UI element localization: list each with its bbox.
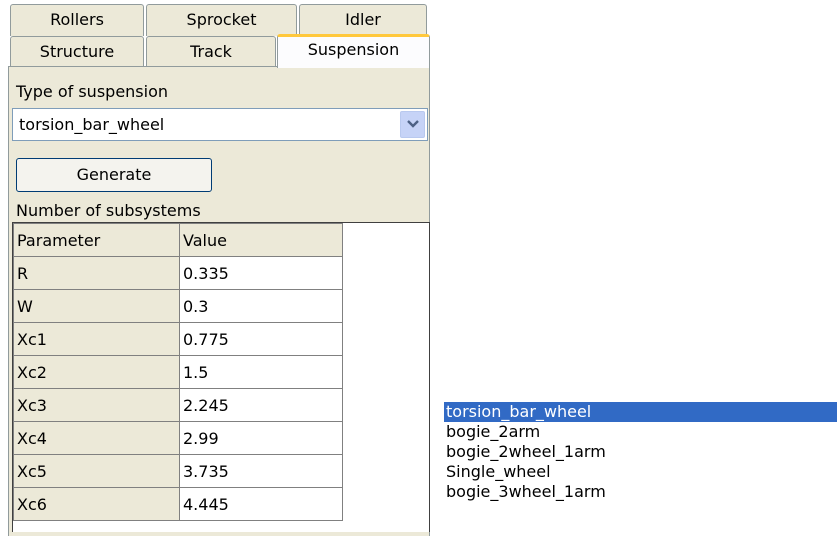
value-column-header[interactable]: Value (179, 223, 343, 257)
suspension-type-dropdown-list[interactable]: torsion_bar_wheel bogie_2arm bogie_2whee… (444, 402, 837, 502)
value-cell[interactable]: 0.3 (179, 289, 343, 323)
value-cell[interactable]: 2.99 (179, 421, 343, 455)
generate-button[interactable]: Generate (16, 158, 212, 192)
tab-rollers[interactable]: Rollers (10, 4, 144, 36)
table-row: R 0.335 (13, 256, 343, 290)
parameter-cell[interactable]: Xc4 (13, 421, 180, 455)
table-row: Xc2 1.5 (13, 355, 343, 389)
value-cell[interactable]: 2.245 (179, 388, 343, 422)
tab-sprocket[interactable]: Sprocket (146, 4, 297, 36)
parameter-cell[interactable]: Xc1 (13, 322, 180, 356)
tab-idler[interactable]: Idler (299, 4, 427, 36)
grid-header-row: Parameter Value (13, 223, 343, 257)
parameter-grid[interactable]: Parameter Value R 0.335 W 0.3 Xc1 0.775 … (12, 222, 430, 532)
table-row: Xc6 4.445 (13, 487, 343, 521)
value-cell[interactable]: 0.775 (179, 322, 343, 356)
parameter-cell[interactable]: Xc3 (13, 388, 180, 422)
parameter-cell[interactable]: R (13, 256, 180, 290)
parameter-cell[interactable]: Xc6 (13, 487, 180, 521)
chevron-down-icon[interactable] (400, 111, 425, 138)
tab-structure[interactable]: Structure (10, 36, 144, 68)
value-cell[interactable]: 1.5 (179, 355, 343, 389)
table-row: W 0.3 (13, 289, 343, 323)
table-row: Xc1 0.775 (13, 322, 343, 356)
value-cell[interactable]: 4.445 (179, 487, 343, 521)
table-row: Xc5 3.735 (13, 454, 343, 488)
parameter-column-header[interactable]: Parameter (13, 223, 180, 257)
value-cell[interactable]: 0.335 (179, 256, 343, 290)
parameter-cell[interactable]: W (13, 289, 180, 323)
parameter-cell[interactable]: Xc2 (13, 355, 180, 389)
value-cell[interactable]: 3.735 (179, 454, 343, 488)
parameter-cell[interactable]: Xc5 (13, 454, 180, 488)
table-row: Xc3 2.245 (13, 388, 343, 422)
type-of-suspension-label: Type of suspension (16, 82, 169, 101)
dropdown-option[interactable]: bogie_2wheel_1arm (444, 442, 837, 462)
tab-track[interactable]: Track (146, 36, 276, 68)
suspension-type-select[interactable]: torsion_bar_wheel (12, 108, 428, 141)
tab-suspension[interactable]: Suspension (277, 34, 430, 68)
dropdown-option[interactable]: Single_wheel (444, 462, 837, 482)
dropdown-option[interactable]: bogie_3wheel_1arm (444, 482, 837, 502)
dropdown-option[interactable]: bogie_2arm (444, 422, 837, 442)
number-of-subsystems-label: Number of subsystems (16, 201, 201, 220)
table-row: Xc4 2.99 (13, 421, 343, 455)
dropdown-option-selected[interactable]: torsion_bar_wheel (444, 402, 837, 422)
suspension-type-value: torsion_bar_wheel (19, 115, 165, 134)
